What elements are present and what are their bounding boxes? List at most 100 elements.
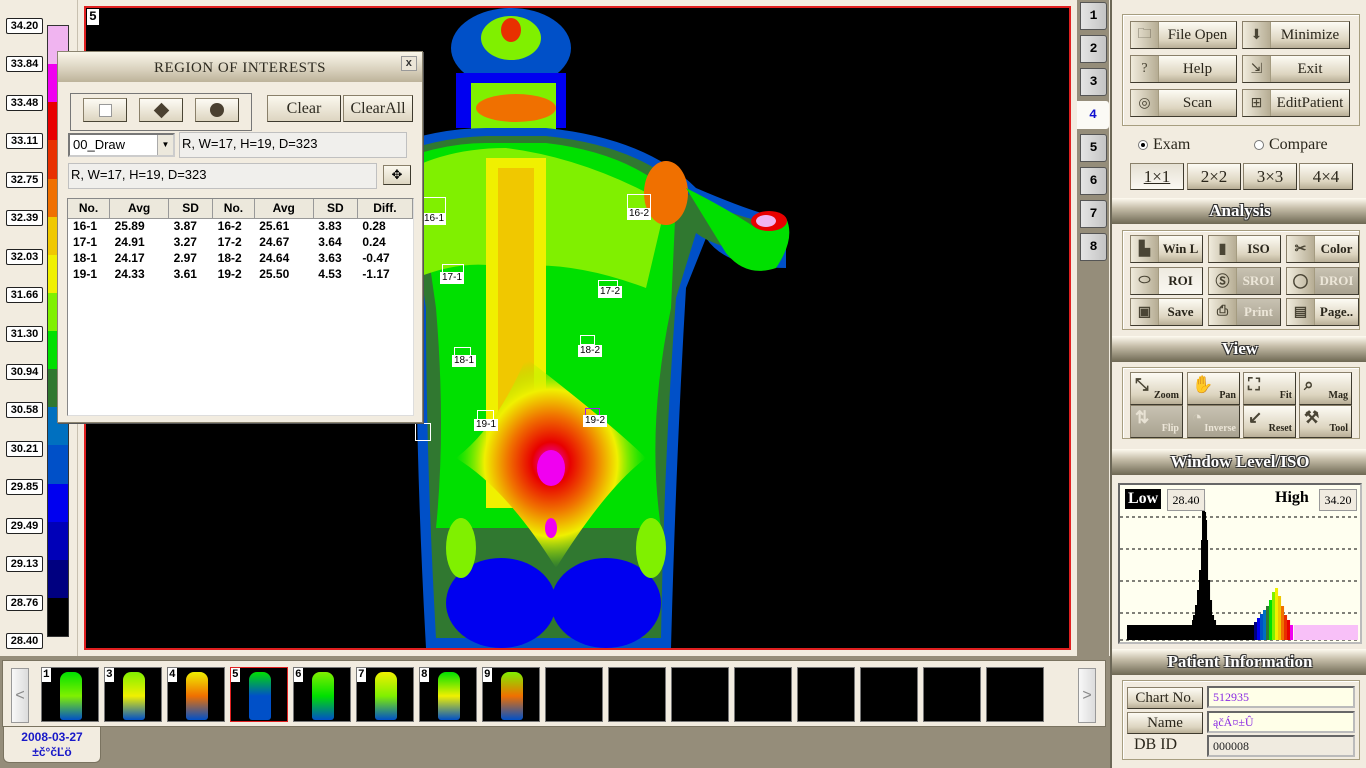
dialog-title-bar[interactable]: REGION OF INTERESTS x	[58, 52, 422, 82]
file-open-button[interactable]: 🗀 File Open	[1130, 21, 1237, 49]
column-header[interactable]: SD	[313, 199, 358, 219]
thumbnails-next-button[interactable]: >	[1078, 668, 1096, 723]
temperature-histogram[interactable]: Low 28.40 High 34.20	[1118, 483, 1362, 644]
histogram-bar	[1246, 625, 1248, 640]
droi-button[interactable]: ◯ DROI	[1286, 267, 1359, 295]
image-tab-6[interactable]: 6	[1080, 167, 1107, 195]
roi-button[interactable]: ⬭ ROI	[1130, 267, 1203, 295]
image-tab-1[interactable]: 1	[1080, 2, 1107, 30]
iso-button[interactable]: ▮ ISO	[1208, 235, 1281, 263]
color-scale-label: 29.49	[6, 517, 43, 534]
column-header[interactable]: Diff.	[357, 199, 414, 219]
rectangle-roi-button[interactable]	[83, 98, 127, 122]
image-tab-8[interactable]: 8	[1080, 233, 1107, 261]
inverse-button[interactable]: ◔ Inverse	[1187, 405, 1240, 438]
help-button[interactable]: ? Help	[1130, 55, 1237, 83]
page-button[interactable]: ▤ Page..	[1286, 298, 1359, 326]
clear-button[interactable]: Clear	[267, 95, 341, 122]
image-tab-7[interactable]: 7	[1080, 200, 1107, 228]
exam-date-tab[interactable]: 2008-03-27 ±č°čĽö	[3, 727, 101, 763]
histogram-bar	[1295, 625, 1297, 640]
histogram-bar	[1334, 625, 1336, 640]
close-button[interactable]: x	[401, 56, 417, 71]
thumbnail-9[interactable]: 9	[482, 667, 540, 722]
thumbnail-empty[interactable]	[545, 667, 603, 722]
print-button[interactable]: ⎙ Print	[1208, 298, 1281, 326]
thumbnail-4[interactable]: 4	[167, 667, 225, 722]
thumbnail-empty[interactable]	[986, 667, 1044, 722]
window-level-button[interactable]: ▙ Win L	[1130, 235, 1203, 263]
thumbnail-empty[interactable]	[671, 667, 729, 722]
sroi-button[interactable]: Ⓢ SROI	[1208, 267, 1281, 295]
thumbnail-empty[interactable]	[608, 667, 666, 722]
lens-icon: ◎	[1131, 90, 1159, 116]
histogram-bar	[1181, 625, 1183, 640]
flip-button[interactable]: ⇅ Flip	[1130, 405, 1183, 438]
column-header[interactable]: Avg	[254, 199, 314, 219]
thumbnails-prev-button[interactable]: <	[11, 668, 29, 723]
patient-info-section-header: Patient Information	[1112, 649, 1366, 675]
thumbnail-5[interactable]: 5	[230, 667, 288, 722]
name-field[interactable]: ąčÁ¤±Û	[1207, 711, 1355, 733]
histogram-bar	[1332, 625, 1334, 640]
layout-3x3-button[interactable]: 3×3	[1243, 163, 1297, 190]
image-tab-3[interactable]: 3	[1080, 68, 1107, 96]
name-button[interactable]: Name	[1127, 712, 1203, 734]
pan-button[interactable]: ✋ Pan	[1187, 372, 1240, 405]
exit-button[interactable]: ⇲ Exit	[1242, 55, 1350, 83]
high-value-field[interactable]: 34.20	[1319, 489, 1357, 511]
ellipse-roi-button[interactable]	[195, 98, 239, 122]
minimize-button[interactable]: ⬇ Minimize	[1242, 21, 1350, 49]
thumbnail-empty[interactable]	[923, 667, 981, 722]
layout-2x2-button[interactable]: 2×2	[1187, 163, 1241, 190]
color-button[interactable]: ✂ Color	[1286, 235, 1359, 263]
table-row[interactable]: 16-1 25.89 3.87 16-2 25.61 3.83 0.28	[68, 218, 413, 234]
thumbnail-7[interactable]: 7	[356, 667, 414, 722]
tool-button[interactable]: ⚒ Tool	[1299, 405, 1352, 438]
scan-button[interactable]: ◎ Scan	[1130, 89, 1237, 117]
chevron-down-icon[interactable]: ▼	[157, 135, 173, 155]
thumbnail-6[interactable]: 6	[293, 667, 351, 722]
compare-radio[interactable]: Compare	[1254, 136, 1328, 154]
roi-label: 17-2	[598, 286, 623, 298]
move-roi-button[interactable]: ✥	[383, 165, 411, 185]
clear-all-button[interactable]: ClearAll	[343, 95, 413, 122]
edit-patient-button[interactable]: ⊞ EditPatient	[1242, 89, 1350, 117]
roi-stats-table[interactable]: No. Avg SD No. Avg SD Diff. 16-1 25.89 3.87 16-2 2…	[67, 198, 414, 416]
layout-1x1-button[interactable]: 1×1	[1130, 163, 1184, 190]
thumbnail-empty[interactable]	[797, 667, 855, 722]
thumbnail-8[interactable]: 8	[419, 667, 477, 722]
thumbnail-1[interactable]: 1	[41, 667, 99, 722]
roi-box-18-2[interactable]	[580, 335, 595, 345]
histogram-bar	[1263, 610, 1265, 640]
image-tab-4[interactable]: 4	[1077, 101, 1109, 129]
diamond-roi-button[interactable]	[139, 98, 183, 122]
column-header[interactable]: No.	[212, 199, 255, 219]
column-header[interactable]: Avg	[109, 199, 170, 219]
table-row[interactable]: 17-1 24.91 3.27 17-2 24.67 3.64 0.24	[68, 234, 413, 250]
histogram-bar	[1190, 625, 1192, 640]
zoom-button[interactable]: ⤡ Zoom	[1130, 372, 1183, 405]
thumbnail-3[interactable]: 3	[104, 667, 162, 722]
column-header[interactable]: SD	[168, 199, 214, 219]
image-tab-5[interactable]: 5	[1080, 134, 1107, 162]
column-header[interactable]: No.	[68, 199, 111, 219]
save-button[interactable]: ▣ Save	[1130, 298, 1203, 326]
roi-placeholder-box[interactable]	[415, 423, 431, 441]
exam-radio[interactable]: Exam	[1138, 136, 1190, 154]
table-row[interactable]: 18-1 24.17 2.97 18-2 24.64 3.63 -0.47	[68, 250, 413, 266]
reset-button[interactable]: ↙ Reset	[1243, 405, 1296, 438]
image-tab-2[interactable]: 2	[1080, 35, 1107, 63]
mag-button[interactable]: ⌕ Mag	[1299, 372, 1352, 405]
layout-4x4-button[interactable]: 4×4	[1299, 163, 1353, 190]
histogram-bar	[1234, 625, 1236, 640]
chart-no-field[interactable]: 512935	[1207, 686, 1355, 708]
table-row[interactable]: 19-1 24.33 3.61 19-2 25.50 4.53 -1.17	[68, 266, 413, 282]
chart-no-button[interactable]: Chart No.	[1127, 687, 1203, 709]
draw-mode-select[interactable]: 00_Draw ▼	[68, 133, 175, 157]
histogram-bar	[1150, 625, 1152, 640]
fit-button[interactable]: ⛶ Fit	[1243, 372, 1296, 405]
thumbnail-empty[interactable]	[860, 667, 918, 722]
thumbnail-empty[interactable]	[734, 667, 792, 722]
low-value-field[interactable]: 28.40	[1167, 489, 1205, 511]
